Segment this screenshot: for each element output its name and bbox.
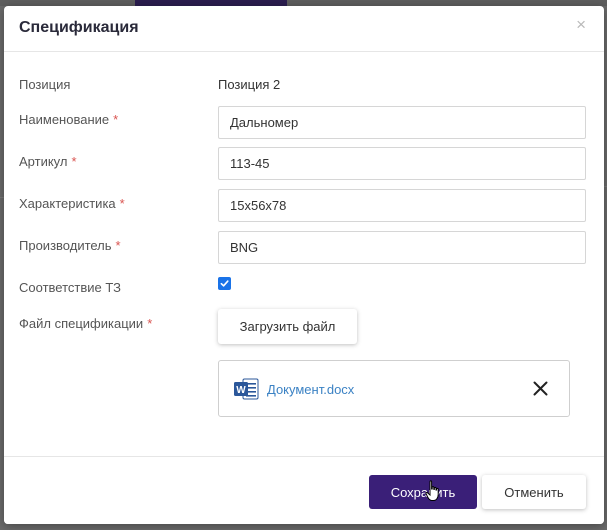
attached-file: W Документ.docx bbox=[218, 360, 570, 417]
manufacturer-label: Производитель * bbox=[19, 238, 121, 253]
compliance-checkbox[interactable] bbox=[218, 277, 231, 290]
dialog-footer: Сохранить Отменить bbox=[4, 456, 604, 524]
file-name-link[interactable]: Документ.docx bbox=[267, 382, 354, 397]
name-input[interactable] bbox=[218, 106, 586, 139]
checkmark-icon bbox=[220, 280, 229, 287]
position-value: Позиция 2 bbox=[218, 77, 281, 92]
close-icon[interactable]: × bbox=[576, 16, 586, 33]
article-input[interactable] bbox=[218, 147, 586, 180]
specification-dialog: Спецификация × Позиция Позиция 2 Наимено… bbox=[4, 6, 604, 524]
manufacturer-input[interactable] bbox=[218, 231, 586, 264]
required-marker: * bbox=[147, 316, 153, 331]
remove-file-icon[interactable] bbox=[532, 380, 549, 397]
position-label: Позиция bbox=[19, 77, 71, 92]
compliance-label: Соответствие ТЗ bbox=[19, 280, 121, 295]
upload-file-button[interactable]: Загрузить файл bbox=[218, 309, 357, 344]
required-marker: * bbox=[115, 238, 121, 253]
characteristic-input[interactable] bbox=[218, 189, 586, 222]
cancel-button[interactable]: Отменить bbox=[482, 475, 586, 509]
article-label: Артикул * bbox=[19, 154, 77, 169]
save-button[interactable]: Сохранить bbox=[369, 475, 477, 509]
spec-file-label: Файл спецификации * bbox=[19, 316, 153, 331]
required-marker: * bbox=[119, 196, 125, 211]
name-label: Наименование * bbox=[19, 112, 119, 127]
word-icon: W bbox=[234, 378, 259, 400]
dialog-title: Спецификация bbox=[19, 19, 139, 36]
dialog-header: Спецификация × bbox=[4, 6, 604, 52]
required-marker: * bbox=[113, 112, 119, 127]
word-icon-letter: W bbox=[236, 385, 246, 396]
characteristic-label: Характеристика * bbox=[19, 196, 125, 211]
required-marker: * bbox=[71, 154, 77, 169]
